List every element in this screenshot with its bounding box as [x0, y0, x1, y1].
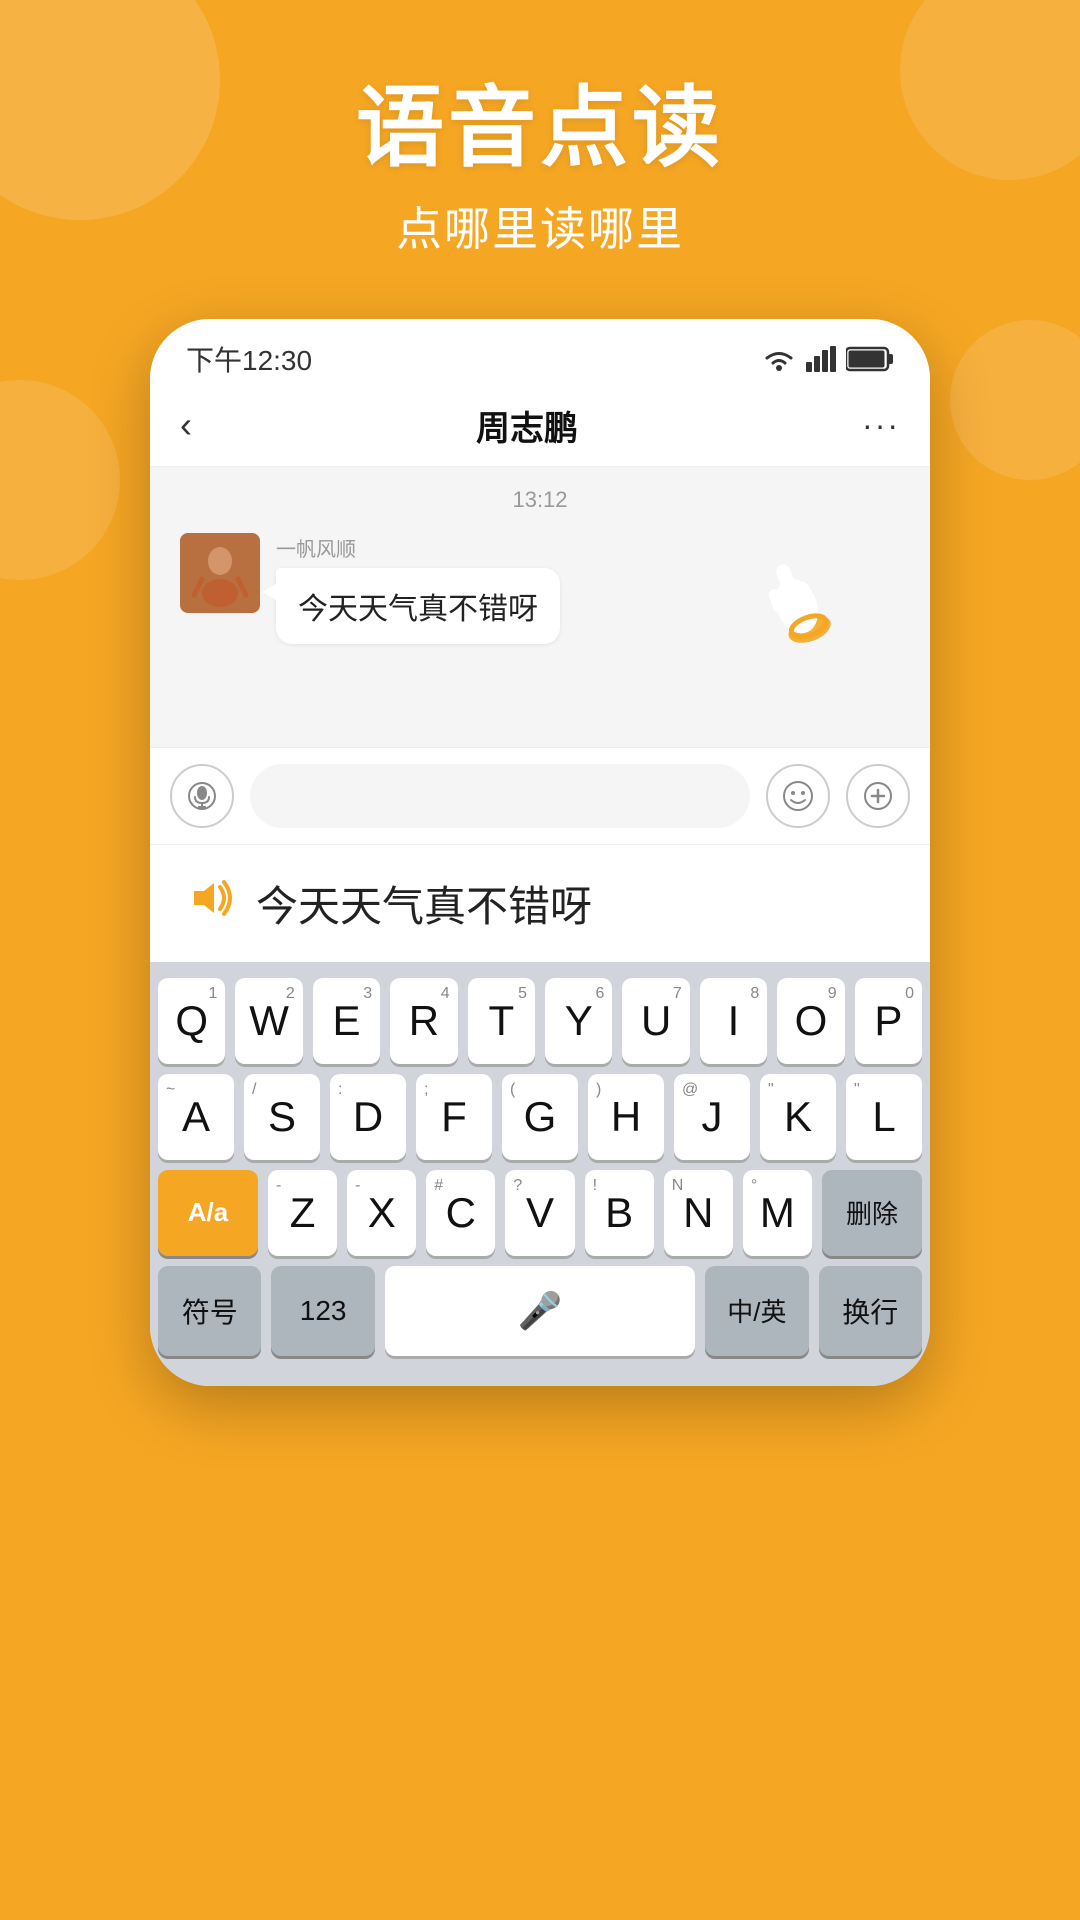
key-R[interactable]: 4R — [390, 978, 457, 1064]
chat-area: 13:12 一帆风顺 今天天气真不错呀 — [150, 467, 930, 747]
key-P[interactable]: 0P — [855, 978, 922, 1064]
plus-icon — [863, 781, 893, 811]
bg-decoration-circle-r — [950, 320, 1080, 480]
key-S[interactable]: /S — [244, 1074, 320, 1160]
main-title: 语音点读 — [0, 80, 1080, 177]
nav-title: 周志鹏 — [476, 401, 578, 450]
key-B[interactable]: !B — [585, 1170, 654, 1256]
battery-icon — [846, 346, 894, 372]
avatar — [180, 533, 260, 613]
plus-button[interactable] — [846, 764, 910, 828]
key-space[interactable]: 🎤 — [385, 1266, 695, 1356]
key-E[interactable]: 3E — [313, 978, 380, 1064]
chat-message: 一帆风顺 今天天气真不错呀 — [180, 533, 900, 644]
text-input[interactable] — [250, 764, 750, 828]
status-time: 下午12:30 — [186, 339, 312, 379]
reading-bar: 今天天气真不错呀 — [150, 844, 930, 962]
speaker-icon — [190, 879, 236, 927]
phone-mockup: 下午12:30 ‹ — [150, 319, 930, 1386]
avatar-image — [180, 533, 260, 613]
avatar-svg — [180, 533, 260, 613]
status-bar: 下午12:30 — [150, 319, 930, 391]
nav-bar: ‹ 周志鹏 ··· — [150, 391, 930, 467]
voice-button[interactable] — [170, 764, 234, 828]
key-H[interactable]: )H — [588, 1074, 664, 1160]
key-I[interactable]: 8I — [700, 978, 767, 1064]
message-bubble[interactable]: 今天天气真不错呀 — [276, 568, 560, 644]
key-Q[interactable]: 1Q — [158, 978, 225, 1064]
key-symbol[interactable]: 符号 — [158, 1266, 261, 1356]
emoji-button[interactable] — [766, 764, 830, 828]
key-Z[interactable]: -Z — [268, 1170, 337, 1256]
keyboard-row-1: 1Q 2W 3E 4R 5T 6Y 7U 8I 9O 0P — [158, 978, 922, 1064]
key-U[interactable]: 7U — [622, 978, 689, 1064]
bg-decoration-circle-l — [0, 380, 120, 580]
reading-text: 今天天气真不错呀 — [256, 873, 592, 934]
key-T[interactable]: 5T — [468, 978, 535, 1064]
tap-hand-icon — [731, 533, 860, 685]
key-G[interactable]: (G — [502, 1074, 578, 1160]
key-enter[interactable]: 换行 — [819, 1266, 922, 1356]
key-W[interactable]: 2W — [235, 978, 302, 1064]
more-button[interactable]: ··· — [862, 407, 900, 444]
wifi-icon — [762, 346, 796, 372]
key-C[interactable]: #C — [426, 1170, 495, 1256]
back-button[interactable]: ‹ — [180, 404, 192, 446]
hand-svg — [731, 533, 853, 667]
keyboard-row-4: 符号 123 🎤 中/英 换行 — [158, 1266, 922, 1356]
key-K[interactable]: "K — [760, 1074, 836, 1160]
key-V[interactable]: ?V — [505, 1170, 574, 1256]
key-lang[interactable]: 中/英 — [705, 1266, 808, 1356]
sender-name: 一帆风顺 — [276, 533, 560, 562]
input-area — [150, 747, 930, 844]
key-D[interactable]: :D — [330, 1074, 406, 1160]
key-L[interactable]: "L — [846, 1074, 922, 1160]
key-F[interactable]: ;F — [416, 1074, 492, 1160]
emoji-icon — [782, 780, 814, 812]
signal-icon — [806, 346, 836, 372]
voice-icon — [187, 781, 217, 811]
key-123[interactable]: 123 — [271, 1266, 374, 1356]
sub-title: 点哪里读哪里 — [0, 193, 1080, 259]
key-O[interactable]: 9O — [777, 978, 844, 1064]
key-A[interactable]: ~A — [158, 1074, 234, 1160]
key-delete[interactable]: 删除 — [822, 1170, 922, 1256]
message-text: 今天天气真不错呀 — [298, 593, 538, 626]
key-Y[interactable]: 6Y — [545, 978, 612, 1064]
chat-timestamp: 13:12 — [180, 487, 900, 513]
key-shift[interactable]: A/a — [158, 1170, 258, 1256]
message-content: 一帆风顺 今天天气真不错呀 — [276, 533, 560, 644]
keyboard-row-2: ~A /S :D ;F (G )H @J "K "L — [158, 1074, 922, 1160]
keyboard-row-3: A/a -Z -X #C ?V !B NN °M 删除 — [158, 1170, 922, 1256]
key-N[interactable]: NN — [664, 1170, 733, 1256]
speaker-svg — [190, 879, 236, 917]
key-X[interactable]: -X — [347, 1170, 416, 1256]
header-section: 语音点读 点哪里读哪里 — [0, 0, 1080, 259]
key-M[interactable]: °M — [743, 1170, 812, 1256]
key-J[interactable]: @J — [674, 1074, 750, 1160]
keyboard: 1Q 2W 3E 4R 5T 6Y 7U 8I 9O 0P ~A /S :D ;… — [150, 962, 930, 1386]
status-icons — [762, 346, 894, 372]
